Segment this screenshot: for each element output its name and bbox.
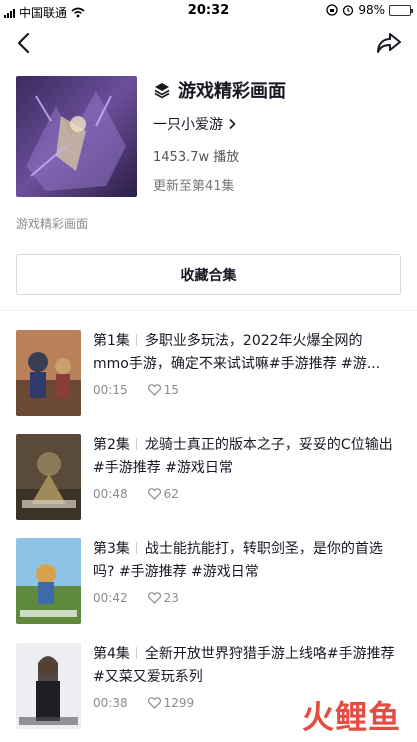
like-count: 23 (147, 591, 179, 605)
watermark-logo: 火鲤鱼 (301, 698, 401, 736)
episode-item[interactable]: 第3集 战士能抗能打，转职剑圣，是你的首选吗? #手游推荐 #游戏日常 00:42… (16, 538, 401, 624)
status-right: 98% (326, 3, 413, 17)
battery-icon (389, 4, 413, 16)
share-arrow-icon[interactable] (375, 30, 403, 56)
episode-thumbnail (16, 643, 81, 729)
episode-item[interactable]: 第1集 多职业多玩法，2022年火爆全网的mmo手游，确定不来试试嘛#手游推荐 #… (16, 330, 401, 416)
collection-info: 游戏精彩画面 一只小爱游 1453.7w 播放 更新至第41集 (153, 76, 286, 194)
status-bar: 中国联通 20:32 98% (0, 0, 417, 22)
episode-caption: 龙骑士真正的版本之子，妥妥的C位输出#手游推荐 #游戏日常 (93, 437, 393, 476)
episode-title: 第3集 战士能抗能打，转职剑圣，是你的首选吗? #手游推荐 #游戏日常 (93, 538, 398, 584)
like-count: 62 (147, 487, 179, 501)
episode-item[interactable]: 第2集 龙骑士真正的版本之子，妥妥的C位输出#手游推荐 #游戏日常 00:48 6… (16, 434, 401, 520)
episode-title: 第1集 多职业多玩法，2022年火爆全网的mmo手游，确定不来试试嘛#手游推荐 #… (93, 330, 398, 376)
collection-cover (16, 76, 137, 197)
episode-number: 第2集 (93, 437, 130, 453)
collect-button[interactable]: 收藏合集 (16, 254, 401, 295)
like-value: 15 (163, 383, 179, 397)
nav-bar (0, 26, 417, 60)
episode-title: 第2集 龙骑士真正的版本之子，妥妥的C位输出#手游推荐 #游戏日常 (93, 434, 398, 480)
heart-icon (147, 384, 161, 396)
heart-icon (147, 697, 161, 709)
play-count: 1453.7w 播放 (153, 150, 240, 165)
like-value: 62 (163, 487, 179, 501)
episode-duration: 00:42 (93, 591, 128, 605)
back-arrow-icon[interactable] (12, 30, 38, 56)
episode-text: 第2集 龙骑士真正的版本之子，妥妥的C位输出#手游推荐 #游戏日常 00:48 6… (93, 434, 398, 501)
collection-header: 游戏精彩画面 一只小爱游 1453.7w 播放 更新至第41集 (16, 76, 401, 198)
battery-percent: 98% (358, 3, 385, 17)
collection-title: 游戏精彩画面 (178, 81, 286, 102)
divider (0, 310, 417, 311)
update-status: 更新至第41集 (153, 179, 235, 194)
episode-text: 第1集 多职业多玩法，2022年火爆全网的mmo手游，确定不来试试嘛#手游推荐 #… (93, 330, 398, 397)
separator (135, 438, 137, 450)
heart-icon (147, 592, 161, 604)
episode-thumbnail (16, 538, 81, 624)
separator (135, 334, 137, 346)
episode-thumbnail (16, 434, 81, 520)
episode-title: 第4集 全新开放世界狩猎手游上线咯#手游推荐 #又菜又爱玩系列 (93, 643, 398, 689)
episode-number: 第3集 (93, 541, 130, 557)
episode-number: 第4集 (93, 646, 130, 662)
episode-duration: 00:48 (93, 487, 128, 501)
author-name: 一只小爱游 (153, 117, 223, 133)
episode-number: 第1集 (93, 333, 130, 349)
episode-duration: 00:38 (93, 696, 128, 710)
like-value: 23 (163, 591, 179, 605)
chevron-right-icon (229, 118, 236, 130)
like-count: 1299 (147, 696, 195, 710)
like-value: 1299 (163, 696, 195, 710)
title-row: 游戏精彩画面 (153, 77, 286, 103)
episode-meta: 00:42 23 (93, 591, 398, 605)
episode-meta: 00:15 15 (93, 383, 398, 397)
episode-text: 第3集 战士能抗能打，转职剑圣，是你的首选吗? #手游推荐 #游戏日常 00:42… (93, 538, 398, 605)
episode-duration: 00:15 (93, 383, 128, 397)
separator (135, 647, 137, 659)
alarm-icon (343, 5, 354, 16)
collection-description: 游戏精彩画面 (16, 217, 89, 231)
layers-icon (154, 83, 170, 99)
separator (135, 542, 137, 554)
episode-meta: 00:48 62 (93, 487, 398, 501)
lock-rotation-icon (326, 4, 338, 16)
episode-thumbnail (16, 330, 81, 416)
heart-icon (147, 488, 161, 500)
like-count: 15 (147, 383, 179, 397)
author-link[interactable]: 一只小爱游 (153, 114, 286, 134)
episode-caption: 全新开放世界狩猎手游上线咯#手游推荐 #又菜又爱玩系列 (93, 646, 395, 685)
